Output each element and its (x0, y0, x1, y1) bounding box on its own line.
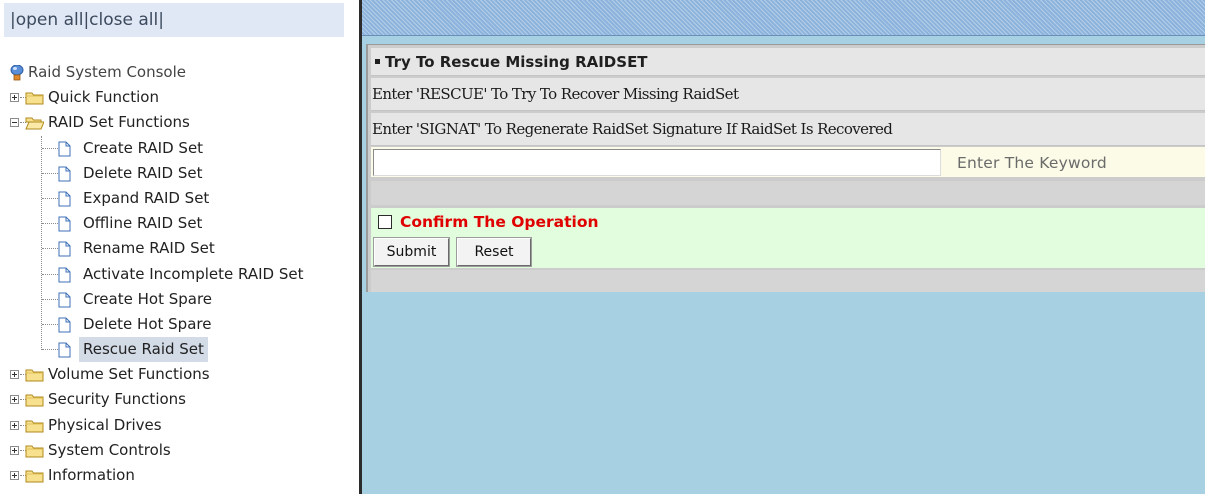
rescue-raidset-form: Try To Rescue Missing RAIDSET Enter 'RES… (366, 44, 1205, 292)
tree: Raid System Console Quick Function RAID … (8, 60, 358, 488)
tree-item-expand-raid-set[interactable]: Expand RAID Set (8, 186, 358, 211)
tree-folder-raid-set-functions[interactable]: RAID Set Functions (8, 110, 358, 135)
bullet-icon (375, 59, 380, 64)
navigation-tree-pane: |open all|close all| Raid System Console… (0, 0, 359, 494)
separator: | (158, 10, 164, 30)
document-icon (58, 342, 71, 358)
tree-item-label: Create RAID Set (83, 138, 204, 157)
folder-icon (25, 445, 44, 458)
tree-item-offline-raid-set[interactable]: Offline RAID Set (8, 211, 358, 236)
content-pane: Try To Rescue Missing RAIDSET Enter 'RES… (362, 0, 1205, 494)
tree-item-rename-raid-set[interactable]: Rename RAID Set (8, 236, 358, 261)
raid-set-children: Create RAID Set Delete RAID Set Expand R… (8, 135, 358, 363)
document-icon (58, 317, 71, 333)
document-icon (58, 191, 71, 207)
keyword-row: Enter The Keyword (371, 147, 1205, 177)
tree-folder-label: System Controls (48, 440, 171, 459)
expand-plus-icon[interactable] (10, 395, 19, 405)
form-title-text: Try To Rescue Missing RAIDSET (385, 53, 648, 71)
tree-folder-label: Physical Drives (48, 415, 162, 434)
tree-item-create-hot-spare[interactable]: Create Hot Spare (8, 287, 358, 312)
expand-plus-icon[interactable] (10, 93, 19, 103)
button-row: Submit Reset (371, 236, 1205, 268)
confirm-row: Confirm The Operation (371, 208, 1205, 236)
folder-icon (25, 470, 44, 483)
keyword-hint: Enter The Keyword (957, 154, 1107, 172)
expand-plus-icon[interactable] (10, 471, 19, 480)
tree-toolbar: |open all|close all| (4, 3, 344, 37)
expand-plus-icon[interactable] (10, 420, 19, 430)
instruction-rescue: Enter 'RESCUE' To Try To Recover Missing… (371, 78, 1205, 111)
close-all-link[interactable]: close all (89, 10, 158, 30)
tree-folder-label: Volume Set Functions (48, 365, 210, 384)
open-folder-icon (25, 117, 44, 130)
tree-folder-information[interactable]: Information (8, 463, 358, 488)
tree-folder-label: Quick Function (48, 88, 159, 107)
tree-folder-label: RAID Set Functions (48, 113, 190, 132)
tree-folder-volume-set-functions[interactable]: Volume Set Functions (8, 362, 358, 387)
submit-button[interactable]: Submit (373, 237, 450, 267)
tree-item-label: Activate Incomplete RAID Set (83, 264, 304, 283)
tree-item-label: Rescue Raid Set (79, 337, 208, 363)
tree-item-rescue-raid-set[interactable]: Rescue Raid Set (8, 337, 358, 363)
tree-folder-physical-drives[interactable]: Physical Drives (8, 413, 358, 438)
tree-folder-system-controls[interactable]: System Controls (8, 438, 358, 463)
folder-icon (25, 369, 44, 382)
folder-icon (25, 394, 44, 407)
tree-item-create-raid-set[interactable]: Create RAID Set (8, 136, 358, 161)
expand-plus-icon[interactable] (10, 370, 19, 380)
tree-item-delete-raid-set[interactable]: Delete RAID Set (8, 161, 358, 186)
expand-plus-icon[interactable] (10, 445, 19, 455)
tree-root-label: Raid System Console (28, 63, 186, 81)
footer-row (371, 270, 1205, 292)
tree-item-label: Delete RAID Set (83, 163, 203, 182)
tree-item-delete-hot-spare[interactable]: Delete Hot Spare (8, 312, 358, 337)
spacer-row (371, 181, 1205, 205)
confirm-label[interactable]: Confirm The Operation (400, 208, 599, 236)
tree-root[interactable]: Raid System Console (8, 60, 358, 85)
document-icon (58, 267, 71, 282)
document-icon (58, 216, 71, 232)
tree-folder-label: Information (48, 466, 135, 484)
tree-item-label: Rename RAID Set (83, 239, 215, 258)
tree-folder-security-functions[interactable]: Security Functions (8, 387, 358, 412)
tree-item-label: Delete Hot Spare (83, 314, 212, 333)
tree-item-label: Expand RAID Set (83, 188, 210, 207)
tree-item-label: Offline RAID Set (83, 214, 203, 233)
collapse-minus-icon[interactable] (10, 118, 19, 128)
folder-icon (25, 420, 44, 433)
instruction-signat: Enter 'SIGNAT' To Regenerate RaidSet Sig… (371, 113, 1205, 146)
tree-folder-label: Security Functions (48, 390, 186, 409)
reset-button[interactable]: Reset (456, 237, 532, 267)
tree-item-activate-incomplete-raid-set[interactable]: Activate Incomplete RAID Set (8, 262, 358, 287)
tree-folder-quick-function[interactable]: Quick Function (8, 85, 358, 110)
open-all-link[interactable]: open all (16, 10, 84, 30)
document-icon (58, 292, 71, 308)
folder-icon (25, 92, 44, 105)
document-icon (58, 141, 71, 157)
document-icon (58, 166, 71, 182)
raid-console-icon (10, 65, 24, 81)
tree-item-label: Create Hot Spare (83, 289, 213, 308)
confirm-checkbox[interactable] (378, 215, 392, 229)
form-title: Try To Rescue Missing RAIDSET (371, 48, 1205, 76)
keyword-input[interactable] (373, 149, 941, 176)
document-icon (58, 241, 71, 257)
top-banner (362, 0, 1205, 36)
